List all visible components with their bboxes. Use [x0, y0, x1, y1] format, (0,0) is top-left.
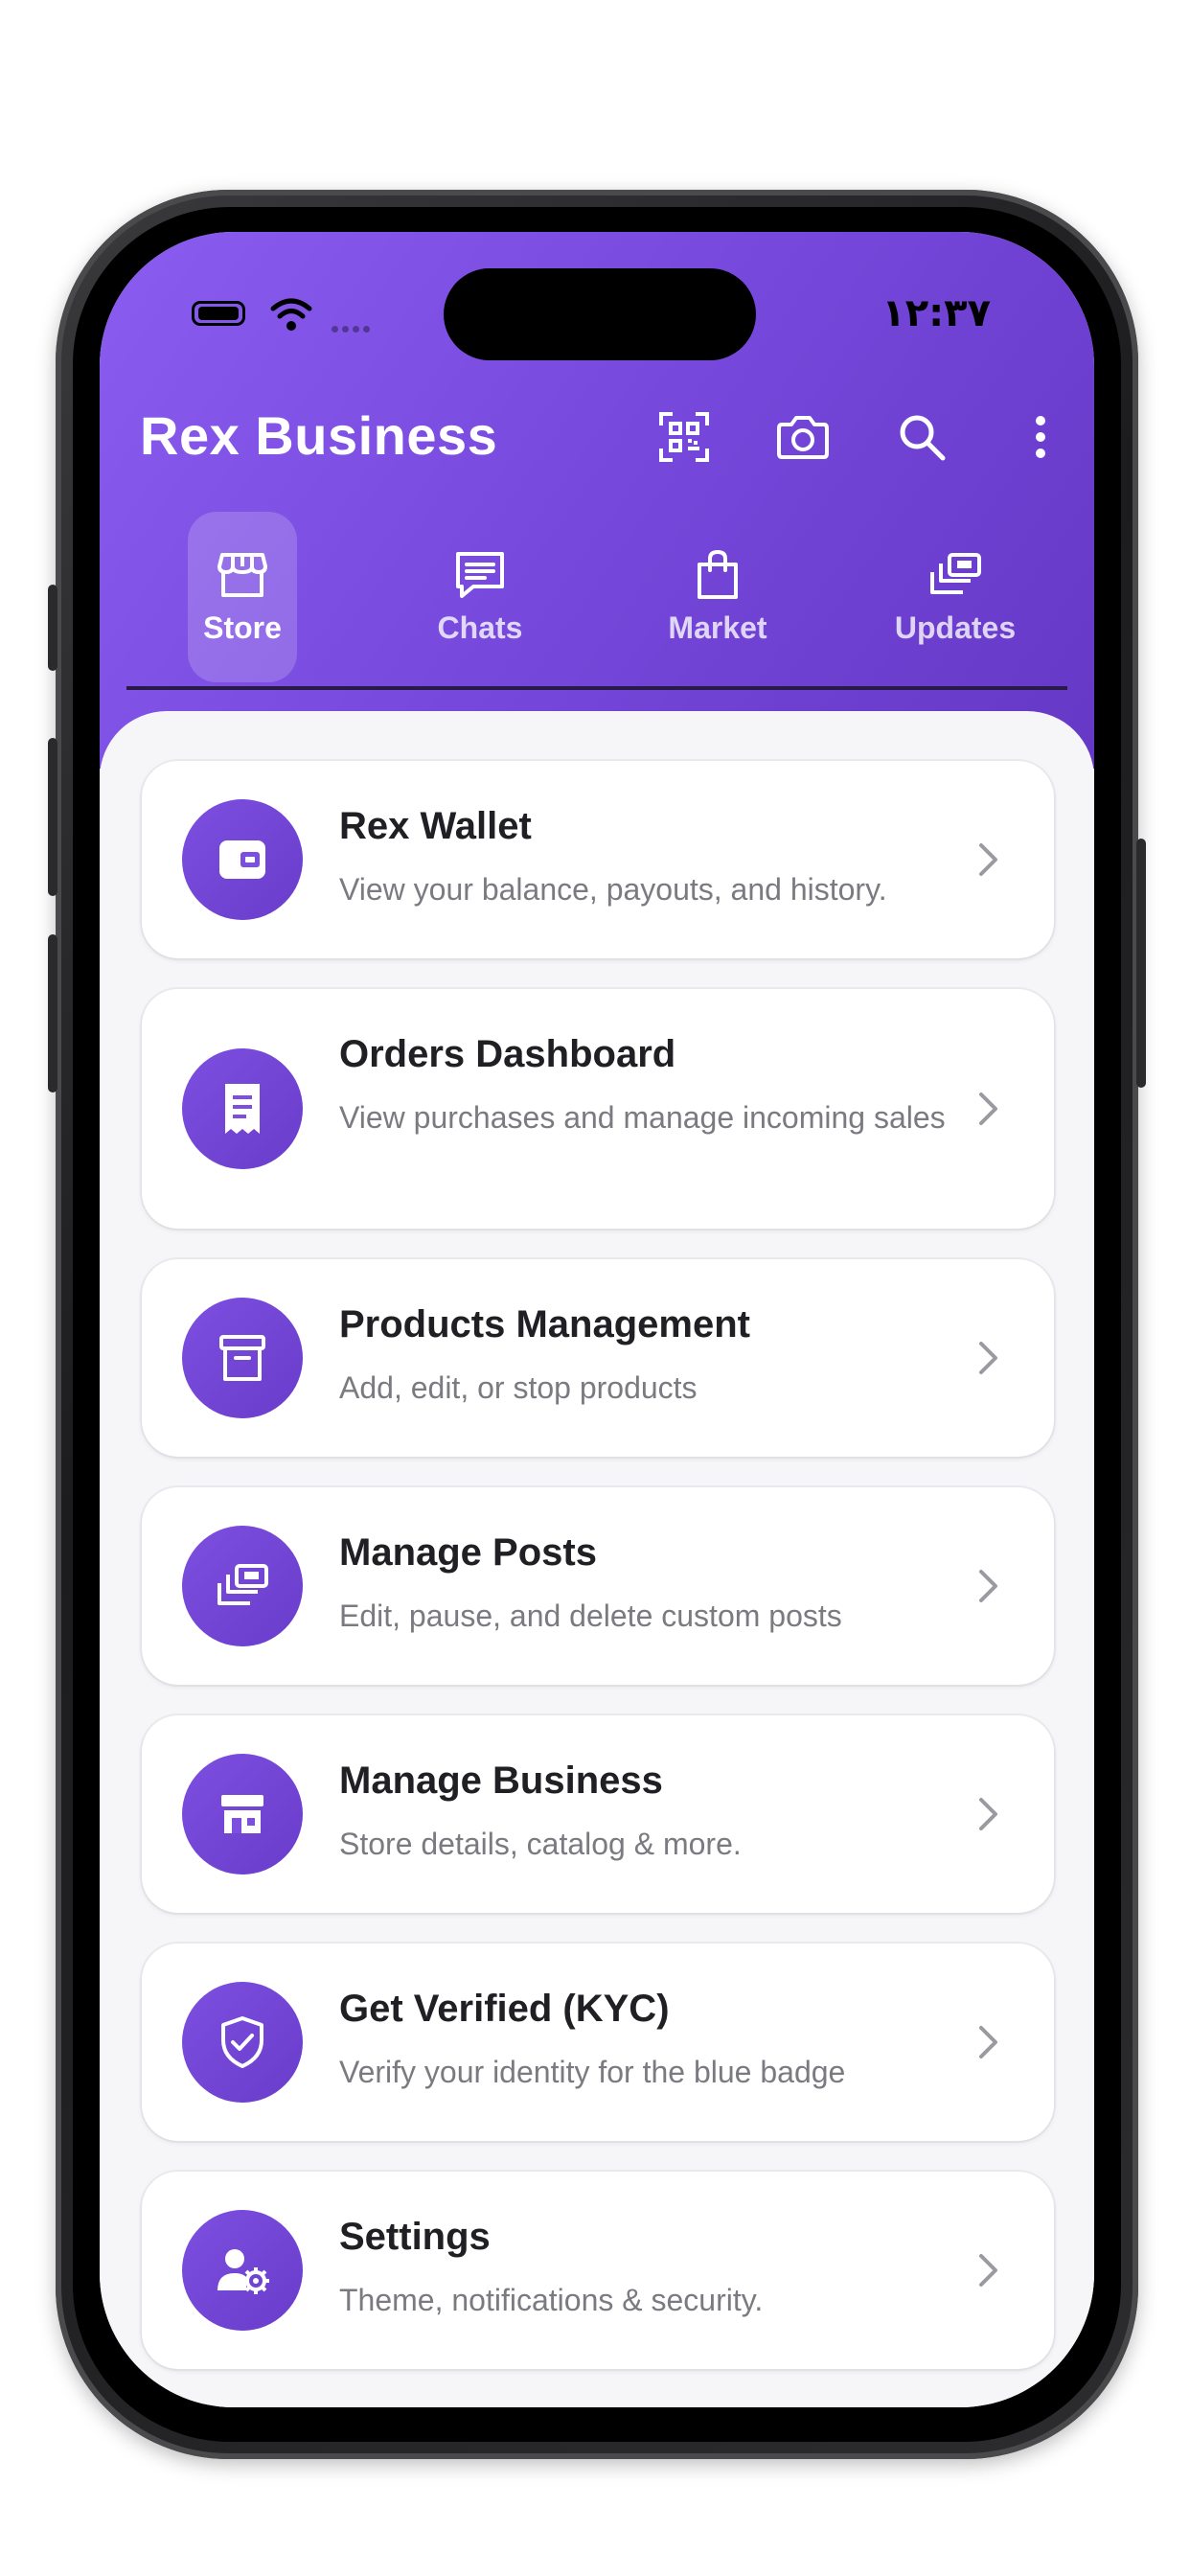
menu-item-title: Manage Posts: [339, 1531, 597, 1574]
user-settings-icon: [182, 2210, 303, 2331]
menu-item-description: View purchases and manage incoming sales: [339, 1100, 946, 1135]
menu-item-description: View your balance, payouts, and history.: [339, 872, 887, 907]
menu-item-title: Settings: [339, 2216, 491, 2258]
archive-box-icon: [182, 1298, 303, 1418]
tab-updates[interactable]: Updates: [869, 510, 1041, 682]
menu-item-title: Products Management: [339, 1303, 750, 1346]
volume-down-button: [48, 934, 57, 1092]
menu-item-settings[interactable]: Settings Theme, notifications & security…: [142, 2172, 1054, 2369]
updates-icon: [927, 547, 983, 603]
action-button: [48, 585, 57, 671]
tab-label: Store: [203, 610, 282, 645]
menu-item-rex-wallet[interactable]: Rex Wallet View your balance, payouts, a…: [142, 761, 1054, 958]
menu-item-description: Edit, pause, and delete custom posts: [339, 1598, 842, 1633]
battery-icon: [192, 301, 245, 326]
tab-label: Updates: [894, 610, 1017, 645]
volume-up-button: [48, 738, 57, 896]
menu-item-title: Manage Business: [339, 1760, 663, 1802]
menu-item-products-management[interactable]: Products Management Add, edit, or stop p…: [142, 1259, 1054, 1457]
tab-label: Chats: [437, 610, 523, 645]
menu-item-manage-business[interactable]: Manage Business Store details, catalog &…: [142, 1715, 1054, 1913]
tab-bar: Store Chats Market Updates: [100, 510, 1094, 682]
dynamic-island: [444, 268, 756, 360]
tab-store[interactable]: Store: [156, 510, 329, 682]
menu-item-description: Store details, catalog & more.: [339, 1827, 742, 1861]
wifi-icon: [270, 298, 312, 331]
receipt-icon: [182, 1048, 303, 1169]
chevron-right-icon: [979, 1570, 997, 1602]
signal-dots-icon: [332, 320, 374, 337]
chevron-right-icon: [979, 1092, 997, 1125]
screen: ١٢:٣٧ Rex Business Store Chats Market Up…: [100, 232, 1094, 2407]
wallet-icon: [182, 799, 303, 920]
tab-underline: [126, 686, 1067, 690]
menu-item-description: Add, edit, or stop products: [339, 1370, 698, 1405]
chevron-right-icon: [979, 843, 997, 876]
app-title: Rex Business: [140, 405, 498, 466]
more-options-icon[interactable]: [1010, 406, 1071, 468]
tab-market[interactable]: Market: [631, 510, 804, 682]
qr-scan-icon[interactable]: [653, 406, 715, 468]
chevron-right-icon: [979, 2026, 997, 2058]
search-icon[interactable]: [891, 406, 952, 468]
menu-item-title: Rex Wallet: [339, 805, 532, 847]
chat-icon: [452, 547, 508, 603]
chevron-right-icon: [979, 2254, 997, 2287]
menu-item-orders-dashboard[interactable]: Orders Dashboard View purchases and mana…: [142, 989, 1054, 1229]
menu-item-title: Get Verified (KYC): [339, 1988, 670, 2030]
camera-icon[interactable]: [772, 406, 834, 468]
chevron-right-icon: [979, 1798, 997, 1830]
shopping-bag-icon: [690, 547, 745, 603]
shield-check-icon: [182, 1982, 303, 2103]
store-icon: [215, 547, 270, 603]
menu-item-title: Orders Dashboard: [339, 1033, 676, 1075]
tab-label: Market: [668, 610, 767, 645]
menu-item-description: Verify your identity for the blue badge: [339, 2055, 846, 2089]
chevron-right-icon: [979, 1342, 997, 1374]
menu-item-manage-posts[interactable]: Manage Posts Edit, pause, and delete cus…: [142, 1487, 1054, 1685]
power-button: [1136, 839, 1146, 1088]
tab-chats[interactable]: Chats: [394, 510, 566, 682]
storefront-icon: [182, 1754, 303, 1874]
status-time: ١٢:٣٧: [881, 291, 991, 335]
menu-item-description: Theme, notifications & security.: [339, 2283, 764, 2317]
posts-icon: [182, 1526, 303, 1646]
menu-item-get-verified[interactable]: Get Verified (KYC) Verify your identity …: [142, 1944, 1054, 2141]
